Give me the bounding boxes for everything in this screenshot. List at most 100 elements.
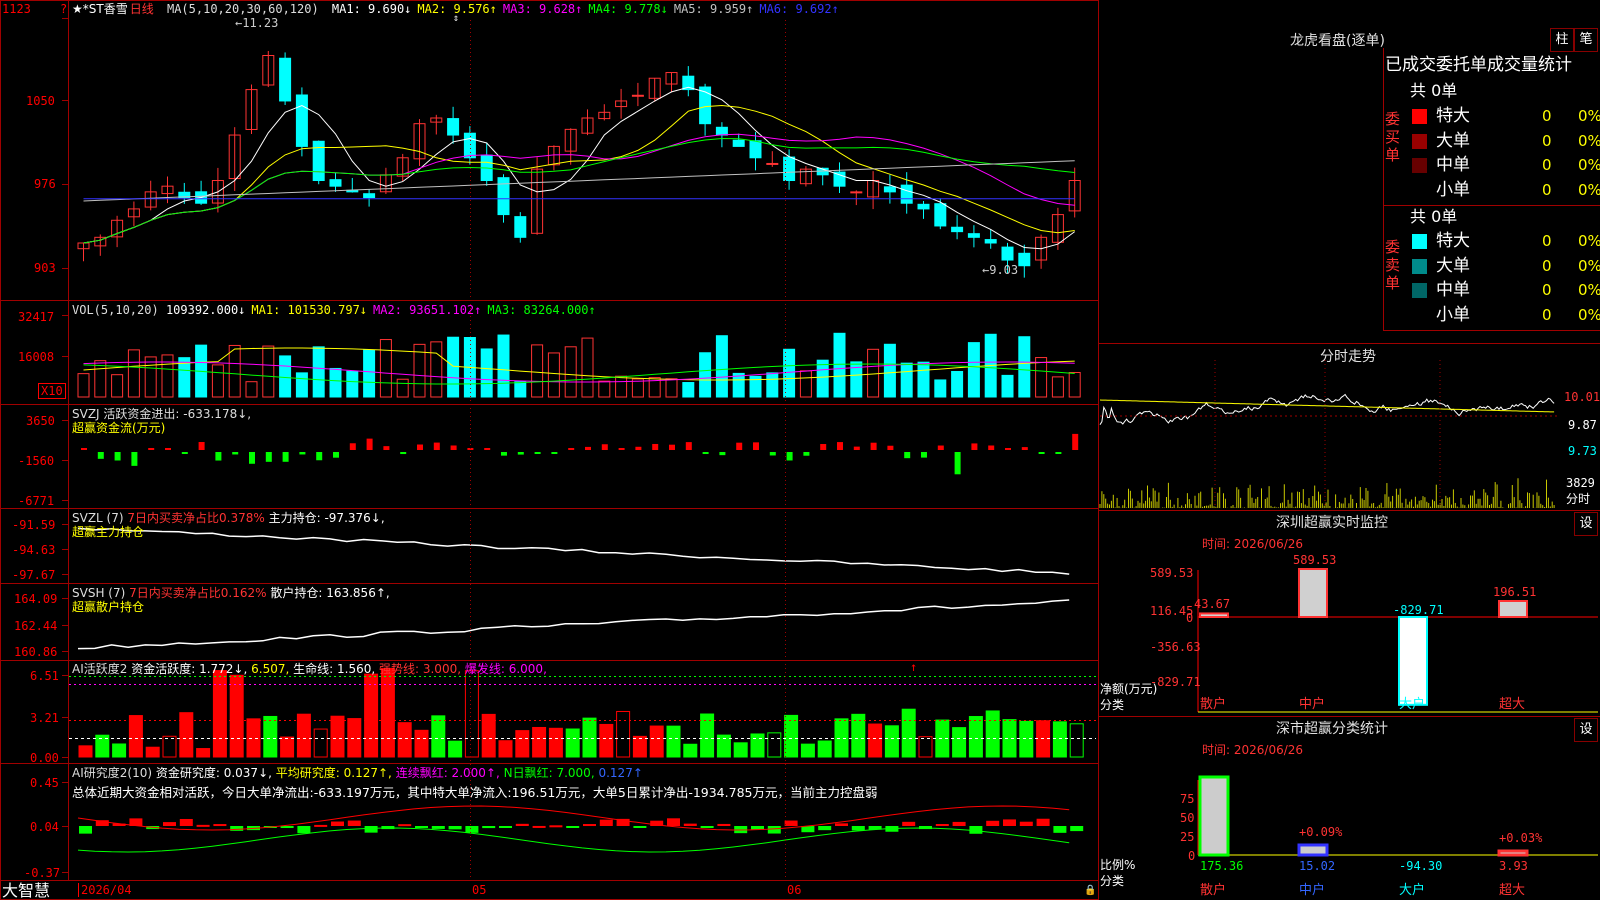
research-bar	[196, 824, 210, 827]
activity-bar	[565, 728, 580, 758]
activity-bar	[128, 715, 143, 758]
sell-row-label: 小单	[1436, 304, 1470, 325]
candlestick-series	[77, 50, 1081, 278]
sz-axis-4: -829.71	[1150, 675, 1201, 689]
svzj-bar	[904, 452, 911, 459]
sz-value-label: 196.51	[1493, 585, 1537, 599]
ai-research-bars	[77, 805, 1084, 853]
vol-ma-value-1: MA1: 101530.797↓	[251, 303, 368, 317]
svzj-bar	[97, 452, 104, 459]
sz-value-label: 589.53	[1293, 553, 1337, 567]
period-label[interactable]: 日线	[130, 2, 154, 16]
activity-bar	[212, 670, 227, 758]
ai-active-strong: 强势线: 3.000,	[379, 662, 462, 676]
activity-bar	[179, 712, 194, 758]
svzl-subtitle: 超赢主力持仓	[72, 525, 145, 539]
svzj-bar	[265, 452, 272, 462]
activity-bar	[330, 715, 345, 758]
volume-bar	[766, 372, 779, 398]
cls-axis-1: 50	[1180, 811, 1195, 825]
svzj-bar	[1005, 448, 1011, 450]
vol-ma-values: MA1: 101530.797↓ MA2: 93651.102↑ MA3: 8326…	[245, 303, 595, 317]
sell-row-pct: 0%	[1578, 256, 1600, 275]
research-bar	[784, 820, 798, 826]
buy-row-pct: 0%	[1578, 131, 1600, 150]
volume-bar	[1018, 336, 1031, 398]
sz-axis-3: -356.63	[1150, 640, 1201, 654]
cls-pct-label: +0.03%	[1499, 831, 1543, 845]
svzj-bar	[769, 452, 776, 456]
sz-monitor-time: 时间: 2026/06/26	[1202, 537, 1304, 551]
svzj-bar	[366, 438, 373, 450]
activity-bar	[431, 715, 446, 758]
candle-body	[497, 177, 510, 216]
buy-side-label: 委买单	[1385, 110, 1401, 164]
brand-logo[interactable]: 大智慧	[2, 882, 50, 900]
vol-unit-box[interactable]: X10	[38, 383, 66, 399]
svzj-bar	[803, 452, 810, 456]
volume-bar	[127, 349, 140, 398]
cursor-marker-icon: ⇕	[453, 13, 460, 24]
tick-mode-button[interactable]: 笔	[1574, 28, 1598, 52]
sz-monitor-title: 深圳超赢实时监控	[1276, 515, 1388, 531]
activity-bar	[280, 736, 295, 758]
svzj-bar	[753, 442, 759, 450]
vol-prefix: VOL(5,10,20)	[72, 303, 159, 317]
buy-row-label: 中单	[1436, 155, 1470, 175]
research-bar	[331, 821, 344, 826]
research-bar	[163, 822, 176, 826]
research-bar	[230, 826, 244, 831]
candle-body	[715, 126, 728, 136]
svzj-bar	[736, 442, 743, 450]
sz-category-label: 散户	[1200, 697, 1227, 712]
research-bar	[549, 825, 563, 828]
bar-mode-button[interactable]: 柱	[1550, 28, 1574, 52]
lock-icon[interactable]: 🔒	[1084, 884, 1096, 898]
sell-row-pct: 0%	[1578, 232, 1600, 250]
activity-bar	[414, 729, 429, 758]
volume-bar	[262, 345, 275, 398]
activity-bar	[397, 722, 412, 758]
research-bar	[415, 826, 428, 828]
sz-monitor-settings-button[interactable]: 设	[1574, 512, 1598, 536]
volume-bar	[312, 346, 325, 398]
candle-body	[363, 193, 376, 199]
svzj-bar	[702, 452, 709, 455]
cls-value-label: 15.02	[1299, 859, 1336, 873]
svzj-bars	[81, 433, 1079, 475]
sz-class-settings-button[interactable]: 设	[1574, 718, 1598, 742]
svzl-axis-mid: -94.63	[12, 543, 56, 557]
svzj-bar	[988, 445, 995, 450]
ai-research-avg: 平均研究度: 0.127↑,	[275, 766, 392, 780]
sell-row-label: 中单	[1436, 280, 1470, 300]
svsh-hold: 散户持仓: 163.856↑,	[270, 586, 390, 600]
research-bar	[532, 825, 546, 828]
activity-bar	[666, 725, 681, 758]
research-bar	[1003, 819, 1016, 826]
stock-chart-canvas[interactable]	[0, 0, 1600, 900]
intraday-axis-top: 10.01	[1564, 390, 1600, 404]
activity-bar	[548, 727, 563, 758]
candle-body	[1001, 246, 1014, 261]
volume-bar	[833, 332, 846, 398]
monitor-bar	[1498, 600, 1528, 618]
intraday-avg-line	[1099, 399, 1555, 413]
activity-bar	[784, 714, 799, 758]
research-bar	[633, 826, 647, 828]
dragon-heading: 已成交委托单成交量统计	[1385, 55, 1572, 75]
activity-bar	[347, 718, 362, 758]
ai-research-axis-bottom: -0.37	[24, 866, 61, 880]
research-bar	[515, 823, 529, 826]
intraday-title: 分时走势	[1320, 349, 1376, 365]
vol-axis-mid: 16008	[18, 350, 55, 364]
buy-row-pct: 0%	[1578, 180, 1600, 199]
activity-bar	[515, 730, 530, 758]
activity-bar	[112, 743, 127, 758]
activity-bar	[364, 673, 379, 758]
sell-row-pct: 0%	[1578, 281, 1600, 299]
volume-bar	[581, 337, 594, 398]
activity-bar	[968, 716, 983, 758]
cls-value-label: 3.93	[1499, 859, 1528, 873]
stock-name[interactable]: ★*ST香雪	[72, 2, 128, 16]
sz-category-label: 超大	[1499, 697, 1526, 712]
